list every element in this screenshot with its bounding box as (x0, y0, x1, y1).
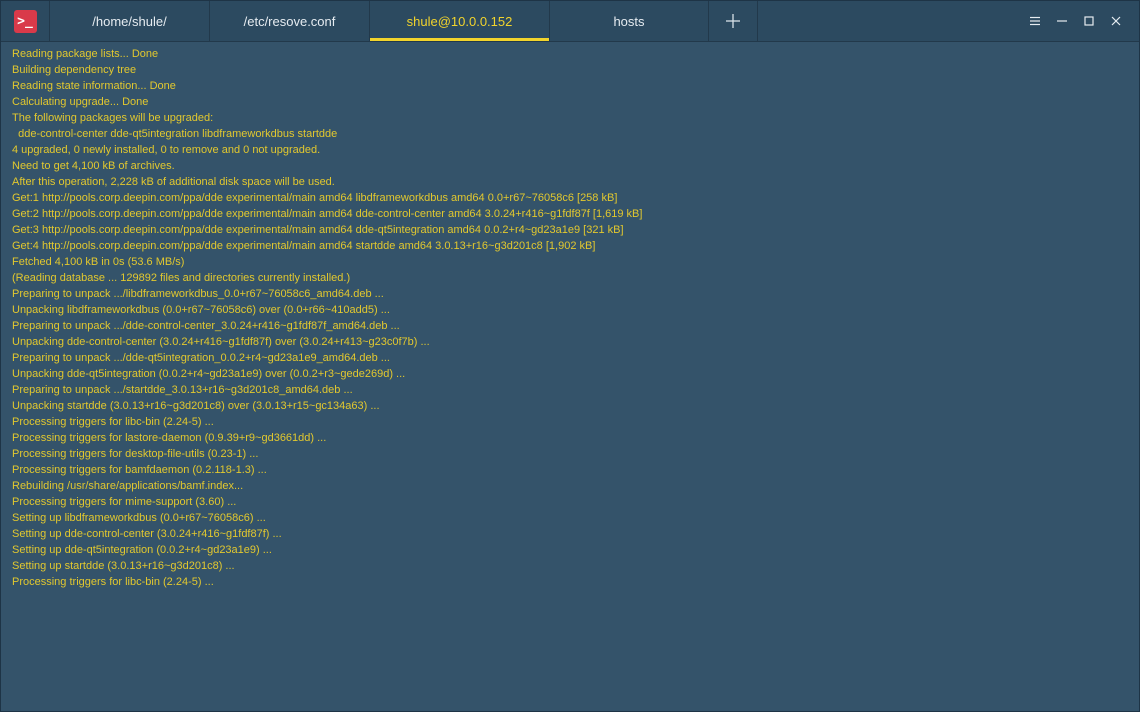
terminal-line: Get:2 http://pools.corp.deepin.com/ppa/d… (12, 208, 643, 220)
terminal-line: Setting up dde-qt5integration (0.0.2+r4~… (12, 544, 272, 556)
app-icon-container[interactable]: >_ (1, 1, 49, 41)
terminal-line: Need to get 4,100 kB of archives. (12, 160, 175, 172)
terminal-line: Get:4 http://pools.corp.deepin.com/ppa/d… (12, 240, 596, 252)
terminal-line: Reading state information... Done (12, 80, 176, 92)
terminal-line: Processing triggers for libc-bin (2.24-5… (12, 576, 214, 588)
menu-button[interactable] (1021, 1, 1048, 41)
terminal-line: Get:1 http://pools.corp.deepin.com/ppa/d… (12, 192, 618, 204)
terminal-line: Processing triggers for lastore-daemon (… (12, 432, 327, 444)
maximize-icon (1083, 16, 1094, 26)
terminal-line: Unpacking libdframeworkdbus (0.0+r67~760… (12, 304, 390, 316)
terminal-line: Preparing to unpack .../libdframeworkdbu… (12, 288, 384, 300)
tab-label: shule@10.0.0.152 (406, 13, 513, 29)
terminal-line: dde-control-center dde-qt5integration li… (12, 128, 338, 140)
close-button[interactable] (1102, 1, 1129, 41)
terminal-line: Fetched 4,100 kB in 0s (53.6 MB/s) (12, 256, 185, 268)
terminal-line: Calculating upgrade... Done (12, 96, 149, 108)
tab-label: /home/shule/ (92, 13, 167, 29)
terminal-line: Processing triggers for bamfdaemon (0.2.… (12, 464, 267, 476)
terminal-line: The following packages will be upgraded: (12, 112, 214, 124)
tab-hosts[interactable]: hosts (549, 1, 708, 41)
terminal-line: Unpacking dde-qt5integration (0.0.2+r4~g… (12, 368, 406, 380)
hamburger-menu-icon (1029, 16, 1040, 26)
terminal-line: Setting up dde-control-center (3.0.24+r4… (12, 528, 282, 540)
terminal-line: Building dependency tree (12, 64, 137, 76)
terminal-line: (Reading database ... 129892 files and d… (12, 272, 351, 284)
terminal-line: Unpacking startdde (3.0.13+r16~g3d201c8)… (12, 400, 380, 412)
terminal-line: Preparing to unpack .../dde-qt5integrati… (12, 352, 390, 364)
terminal-line: Processing triggers for mime-support (3.… (12, 496, 237, 508)
tab-label: hosts (613, 13, 645, 29)
terminal-line: Preparing to unpack .../startdde_3.0.13+… (12, 384, 353, 396)
terminal-line: Reading package lists... Done (12, 48, 159, 60)
terminal-line: Rebuilding /usr/share/applications/bamf.… (12, 480, 244, 492)
minimize-button[interactable] (1048, 1, 1075, 41)
terminal-output[interactable]: Reading package lists... Done Building de… (12, 46, 1129, 707)
tab-etc-resove-conf[interactable]: /etc/resove.conf (209, 1, 369, 41)
minimize-icon (1056, 20, 1067, 22)
title-bar: >_ /home/shule/ /etc/resove.conf shule@1… (1, 1, 1139, 42)
tab-label: /etc/resove.conf (243, 13, 336, 29)
terminal-window: >_ /home/shule/ /etc/resove.conf shule@1… (0, 0, 1140, 712)
tab-home-shule[interactable]: /home/shule/ (49, 1, 209, 41)
terminal-line: Get:3 http://pools.corp.deepin.com/ppa/d… (12, 224, 624, 236)
window-controls (1021, 1, 1139, 41)
add-tab-button[interactable] (708, 1, 758, 41)
terminal-line: 4 upgraded, 0 newly installed, 0 to remo… (12, 144, 321, 156)
terminal-line: Setting up startdde (3.0.13+r16~g3d201c8… (12, 560, 235, 572)
terminal-line: Processing triggers for libc-bin (2.24-5… (12, 416, 214, 428)
terminal-line: After this operation, 2,228 kB of additi… (12, 176, 335, 188)
terminal-app-icon[interactable]: >_ (13, 9, 37, 33)
tab-bar: /home/shule/ /etc/resove.conf shule@10.0… (49, 1, 758, 41)
terminal-line: Setting up libdframeworkdbus (0.0+r67~76… (12, 512, 266, 524)
close-icon (1111, 16, 1120, 26)
maximize-button[interactable] (1075, 1, 1102, 41)
plus-icon (726, 14, 740, 28)
tab-shule-ssh[interactable]: shule@10.0.0.152 (369, 1, 549, 41)
terminal-line: Processing triggers for desktop-file-uti… (12, 448, 259, 460)
terminal-line: Unpacking dde-control-center (3.0.24+r41… (12, 336, 430, 348)
terminal-line: Preparing to unpack .../dde-control-cent… (12, 320, 400, 332)
